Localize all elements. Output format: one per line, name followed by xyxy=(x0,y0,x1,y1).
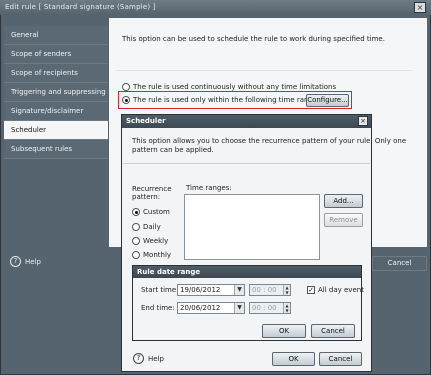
scheduler-title: Scheduler xyxy=(122,115,371,128)
radio-within-ranges[interactable] xyxy=(122,96,130,104)
pattern-weekly-radio[interactable] xyxy=(132,237,140,245)
window-title: Edit rule [ Standard signature (Sample) … xyxy=(0,0,431,15)
start-date-input[interactable]: 19/06/2012 ▼ xyxy=(177,284,245,296)
scheduler-cancel-button[interactable]: Cancel xyxy=(319,352,362,366)
scheduler-help-icon[interactable]: ? xyxy=(133,353,144,364)
help-link[interactable]: Help xyxy=(25,258,41,266)
pattern-monthly-label: Monthly xyxy=(143,251,172,259)
radio-continuous[interactable] xyxy=(122,83,130,91)
pattern-custom-label: Custom xyxy=(143,208,170,216)
sidebar-item-subsequent-rules[interactable]: Subsequent rules xyxy=(4,140,108,159)
radio-continuous-label: The rule is used continuously without an… xyxy=(133,83,337,91)
recurrence-label-2: pattern: xyxy=(132,193,161,201)
end-time-label: End time: xyxy=(141,304,175,312)
chevron-down-icon[interactable]: ▼ xyxy=(234,303,244,313)
all-day-checkbox[interactable]: ✓ xyxy=(307,286,315,294)
sidebar-item-scheduler[interactable]: Scheduler xyxy=(4,121,108,140)
pattern-daily-label: Daily xyxy=(143,223,161,231)
pattern-monthly-radio[interactable] xyxy=(132,251,140,259)
scheduler-help-link[interactable]: Help xyxy=(148,355,164,363)
date-range-cancel-button[interactable]: Cancel xyxy=(311,324,355,338)
time-ranges-label: Time ranges: xyxy=(186,184,232,192)
date-range-title: Rule date range xyxy=(133,266,361,278)
spinner-icon[interactable]: ▲ ▼ xyxy=(283,285,290,295)
end-date-input[interactable]: 20/06/2012 ▼ xyxy=(177,302,245,314)
divider xyxy=(116,70,412,71)
window-close-button[interactable]: × xyxy=(414,2,426,13)
chevron-down-icon[interactable]: ▼ xyxy=(234,285,244,295)
pattern-daily-radio[interactable] xyxy=(132,223,140,231)
remove-range-button[interactable]: Remove xyxy=(324,213,363,227)
radio-within-ranges-label: The rule is used only within the followi… xyxy=(133,96,321,104)
rule-date-range-dialog: Rule date range Start time: 19/06/2012 ▼… xyxy=(132,265,364,341)
sidebar-item-scope-of-senders[interactable]: Scope of senders xyxy=(4,45,108,64)
configure-button[interactable]: Configure... xyxy=(306,94,349,107)
sidebar-item-triggering[interactable]: Triggering and suppressing xyxy=(4,83,108,102)
scheduler-close-button[interactable]: × xyxy=(358,116,368,126)
start-time-input[interactable]: 00 : 00 ▲ ▼ xyxy=(249,284,291,296)
add-range-button[interactable]: Add... xyxy=(324,194,363,208)
pattern-weekly-label: Weekly xyxy=(143,237,169,245)
panel-description: This option can be used to schedule the … xyxy=(122,35,385,43)
outer-cancel-button[interactable]: Cancel xyxy=(372,256,427,271)
scheduler-ok-button[interactable]: OK xyxy=(272,352,315,366)
recurrence-label: Recurrence xyxy=(132,185,172,193)
divider xyxy=(123,163,370,164)
sidebar-item-general[interactable]: General xyxy=(4,26,108,45)
sidebar-item-scope-of-recipients[interactable]: Scope of recipients xyxy=(4,64,108,83)
end-time-input[interactable]: 00 : 00 ▲ ▼ xyxy=(249,302,291,314)
scheduler-description-2: pattern can be applied. xyxy=(132,146,214,154)
end-time-value: 00 : 00 xyxy=(252,304,277,312)
date-range-ok-button[interactable]: OK xyxy=(262,324,306,338)
sidebar-item-template[interactable]: Signature/disclaimer template xyxy=(4,102,108,134)
pattern-custom-radio[interactable] xyxy=(132,208,140,216)
start-date-value: 19/06/2012 xyxy=(180,286,221,294)
time-ranges-list[interactable] xyxy=(184,194,320,260)
start-time-label: Start time: xyxy=(141,286,179,294)
spinner-icon[interactable]: ▲ ▼ xyxy=(283,303,290,313)
all-day-label: All day event xyxy=(318,286,364,294)
end-date-value: 20/06/2012 xyxy=(180,304,221,312)
start-time-value: 00 : 00 xyxy=(252,286,277,294)
scheduler-description-1: This option allows you to choose the rec… xyxy=(132,137,407,145)
help-icon[interactable]: ? xyxy=(10,256,21,267)
